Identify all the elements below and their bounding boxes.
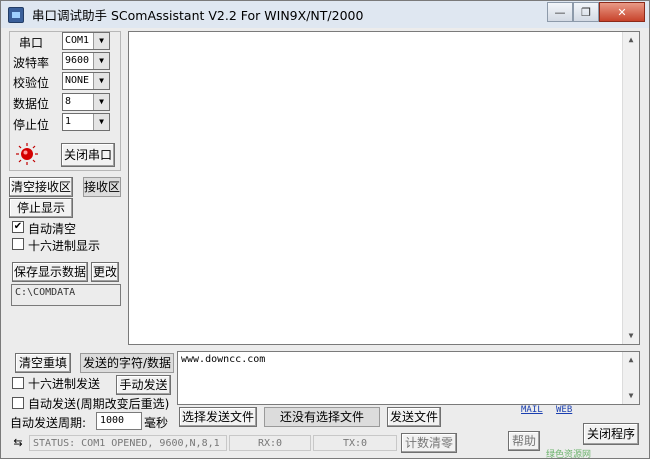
app-icon	[8, 6, 24, 23]
title-bar: 串口调试助手 SComAssistant V2.2 For WIN9X/NT/2…	[1, 1, 649, 28]
parity-value: NONE	[65, 75, 90, 86]
close-program-button[interactable]: 关闭程序	[583, 423, 639, 445]
period-unit: 毫秒	[144, 416, 169, 430]
send-text: www.downcc.com	[181, 354, 266, 365]
clear-receive-button[interactable]: 清空接收区	[9, 177, 73, 197]
help-button[interactable]: 帮助	[508, 431, 540, 451]
hex-display-checkbox[interactable]	[12, 238, 24, 250]
hex-display-label: 十六进制显示	[28, 239, 101, 253]
scroll-up-icon[interactable]: ▲	[623, 32, 639, 48]
baud-value: 9600	[65, 55, 90, 66]
stopbits-value: 1	[65, 116, 72, 127]
port-label: 串口	[19, 36, 44, 50]
mail-link[interactable]: MAIL	[521, 405, 543, 415]
parity-label: 校验位	[13, 76, 50, 90]
chevron-down-icon: ▼	[93, 73, 109, 89]
port-select[interactable]: COM1 ▼	[62, 32, 110, 50]
chevron-down-icon: ▼	[93, 53, 109, 69]
restore-button[interactable]: ❐	[573, 2, 599, 22]
auto-send-label: 自动发送(周期改变后重选)	[28, 397, 170, 411]
receive-textarea[interactable]: ▲ ▼	[128, 31, 640, 345]
scroll-down-icon[interactable]: ▼	[623, 328, 639, 344]
auto-send-checkbox[interactable]	[12, 397, 24, 409]
receive-area-label: 接收区	[83, 177, 121, 197]
hex-send-label: 十六进制发送	[28, 377, 101, 391]
close-port-button[interactable]: 关闭串口	[61, 143, 115, 167]
save-path-text: C:\COMDATA	[15, 287, 76, 298]
auto-clear-checkbox[interactable]: ✔	[12, 221, 24, 233]
save-data-button[interactable]: 保存显示数据	[12, 262, 88, 282]
chevron-down-icon: ▼	[93, 114, 109, 130]
reset-count-button[interactable]: 计数清零	[401, 433, 457, 453]
scroll-up-icon[interactable]: ▲	[623, 352, 639, 368]
watermark-text: 绿色资源网	[546, 450, 592, 460]
hex-send-checkbox[interactable]	[12, 377, 24, 389]
app-window: 串口调试助手 SComAssistant V2.2 For WIN9X/NT/2…	[0, 0, 650, 460]
select-file-button[interactable]: 选择发送文件	[179, 407, 257, 427]
chevron-down-icon: ▼	[93, 33, 109, 49]
close-window-button[interactable]: ✕	[599, 2, 645, 22]
window-title: 串口调试助手 SComAssistant V2.2 For WIN9X/NT/2…	[32, 8, 364, 23]
save-path-field: C:\COMDATA	[11, 284, 121, 306]
manual-send-button[interactable]: 手动发送	[116, 375, 171, 395]
auto-clear-label: 自动清空	[28, 222, 77, 236]
period-label: 自动发送周期:	[10, 416, 87, 430]
send-scrollbar[interactable]: ▲ ▼	[622, 352, 639, 404]
scroll-down-icon[interactable]: ▼	[623, 388, 639, 404]
status-text: STATUS: COM1 OPENED, 9600,N,8,1	[29, 435, 227, 451]
period-value: 1000	[100, 415, 125, 426]
databits-label: 数据位	[13, 97, 50, 111]
send-file-button[interactable]: 发送文件	[387, 407, 441, 427]
stop-display-button[interactable]: 停止显示	[9, 198, 73, 218]
web-link[interactable]: WEB	[556, 405, 572, 415]
port-status-led-icon	[16, 143, 38, 165]
send-chars-label: 发送的字符/数据	[80, 353, 174, 373]
receive-scrollbar[interactable]: ▲ ▼	[622, 32, 639, 344]
chevron-down-icon: ▼	[93, 94, 109, 110]
stopbits-label: 停止位	[13, 118, 50, 132]
period-input[interactable]: 1000	[96, 412, 142, 430]
send-textarea[interactable]: www.downcc.com ▲ ▼	[177, 351, 640, 405]
stopbits-select[interactable]: 1 ▼	[62, 113, 110, 131]
rx-counter: RX:0	[229, 435, 311, 451]
minimize-button[interactable]: —	[547, 2, 573, 22]
databits-select[interactable]: 8 ▼	[62, 93, 110, 111]
baud-label: 波特率	[13, 56, 50, 70]
clear-send-button[interactable]: 清空重填	[15, 353, 71, 373]
no-file-label: 还没有选择文件	[264, 407, 380, 427]
change-path-button[interactable]: 更改	[91, 262, 119, 282]
databits-value: 8	[65, 96, 72, 107]
tx-counter: TX:0	[313, 435, 397, 451]
port-status-icon: ⇆	[13, 436, 23, 449]
baud-select[interactable]: 9600 ▼	[62, 52, 110, 70]
parity-select[interactable]: NONE ▼	[62, 72, 110, 90]
port-value: COM1	[65, 35, 90, 46]
